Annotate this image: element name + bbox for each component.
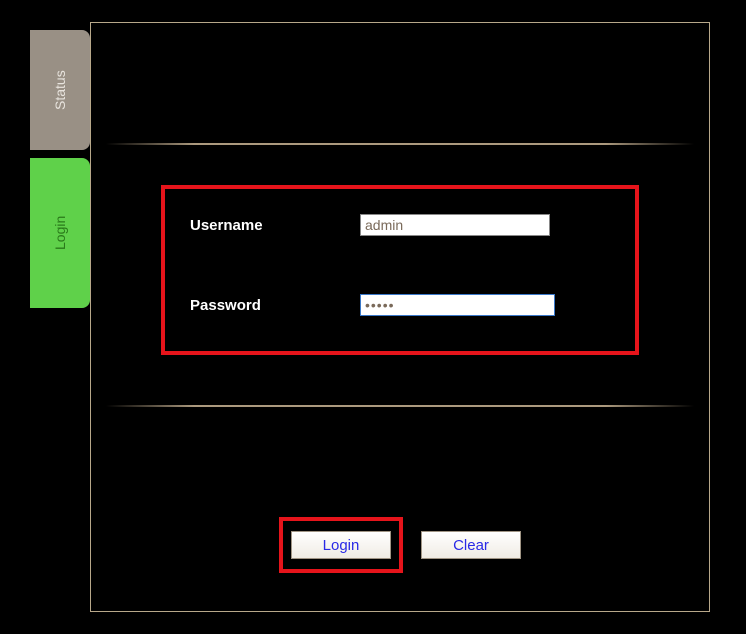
side-tabs: Status Login <box>30 30 90 308</box>
password-row: Password <box>190 294 610 316</box>
tab-login[interactable]: Login <box>30 158 90 308</box>
form-highlight: Username Password <box>161 185 639 355</box>
button-area: Login Clear <box>91 517 709 573</box>
login-button-highlight: Login <box>279 517 403 573</box>
password-label: Password <box>190 297 360 314</box>
login-panel: Username Password Login Clear <box>90 22 710 612</box>
password-input[interactable] <box>360 294 555 316</box>
login-button[interactable]: Login <box>291 531 391 559</box>
username-label: Username <box>190 217 360 234</box>
clear-button[interactable]: Clear <box>421 531 521 559</box>
divider-bottom <box>106 405 694 407</box>
username-input[interactable] <box>360 214 550 236</box>
divider-top <box>106 143 694 145</box>
tab-status[interactable]: Status <box>30 30 90 150</box>
username-row: Username <box>190 214 610 236</box>
